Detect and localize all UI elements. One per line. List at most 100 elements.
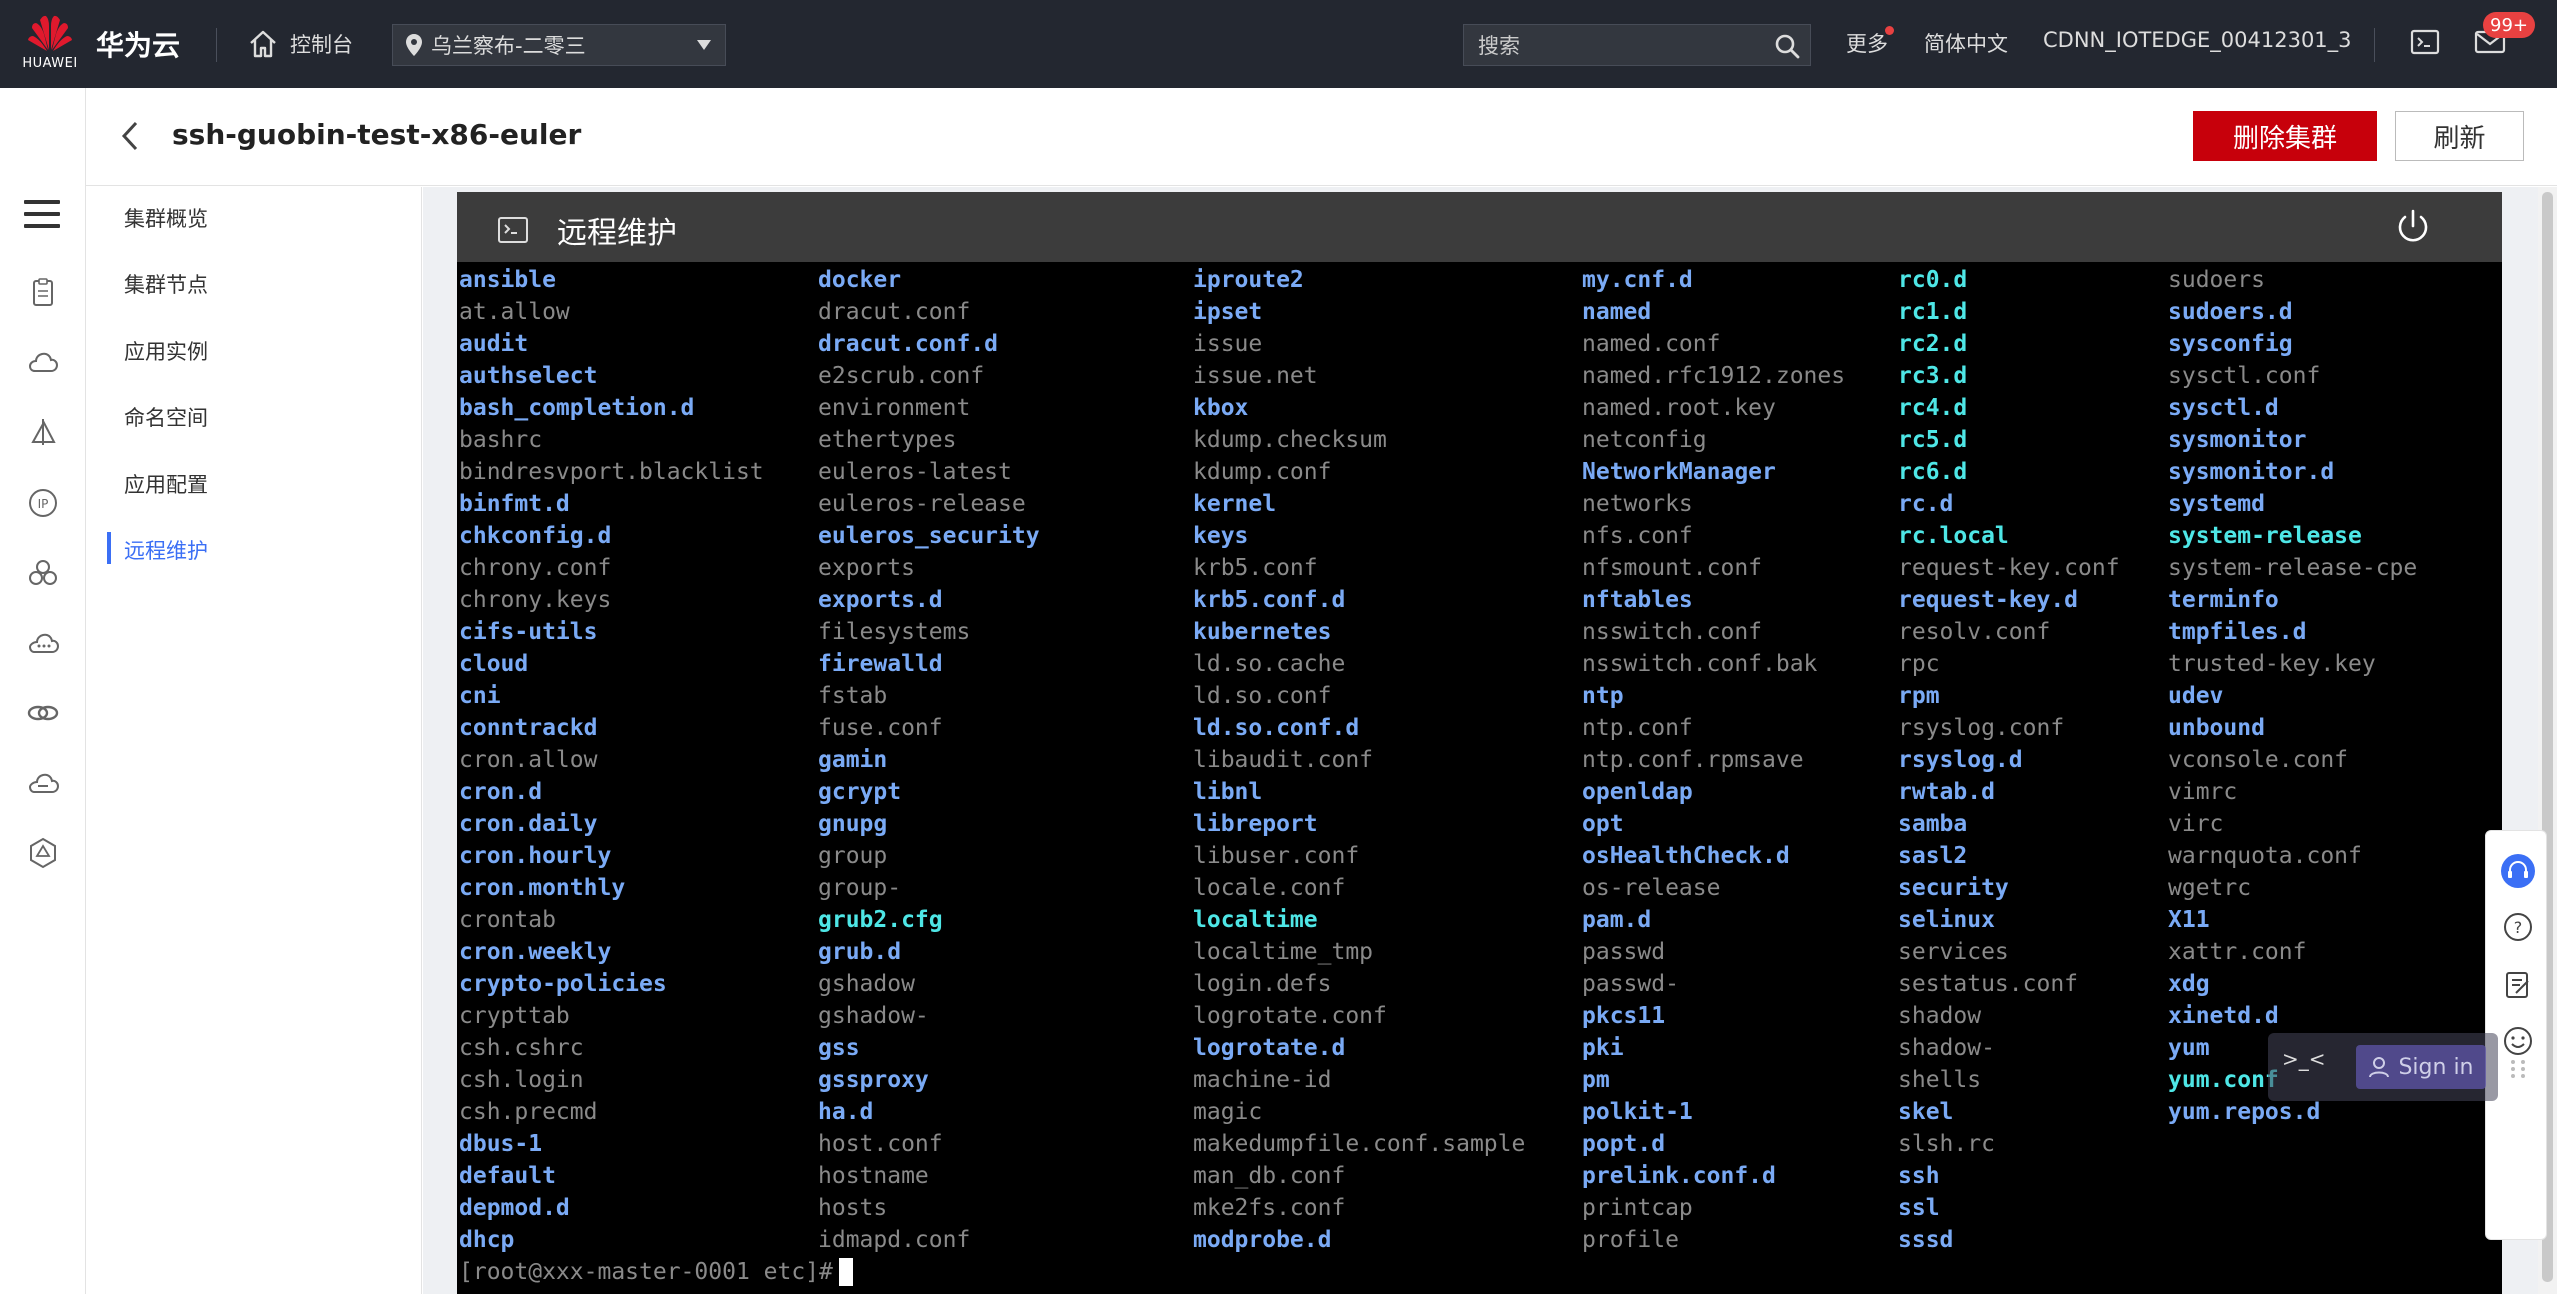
smile-icon[interactable] [2502, 1025, 2534, 1057]
huawei-logo[interactable]: HUAWEI [20, 14, 80, 76]
terminal-entry: systemd [2168, 491, 2265, 517]
headset-icon[interactable] [2500, 853, 2536, 889]
nav-item-cluster-overview[interactable]: 集群概览 [124, 203, 208, 233]
terminal-entry: system-release [2168, 523, 2362, 549]
sign-in-button[interactable]: Sign in [2356, 1045, 2486, 1089]
more-menu[interactable]: 更多 [1846, 28, 1888, 58]
terminal-entry: osHealthCheck.d [1582, 843, 1790, 869]
listing-column: docker dracut.conf dracut.conf.d e2scrub.co… [818, 264, 1040, 1256]
nav-item-remote-maintenance[interactable]: 远程维护 [124, 535, 208, 565]
active-nav-indicator [107, 532, 111, 564]
terminal-entry: logrotate.conf [1193, 1003, 1387, 1029]
terminal-entry: cron.hourly [459, 843, 612, 869]
terminal-entry: cron.d [459, 779, 543, 805]
terminal-entry: slsh.rc [1898, 1131, 1995, 1157]
terminal-entry: named.conf [1582, 331, 1721, 357]
search-icon[interactable] [1774, 33, 1800, 59]
terminal-entry: fuse.conf [818, 715, 943, 741]
account-name[interactable]: CDNN_IOTEDGE_00412301_3 [2043, 28, 2352, 52]
terminal-entry: cifs-utils [459, 619, 598, 645]
clipboard-icon[interactable] [26, 276, 60, 310]
terminal-entry: ssl [1898, 1195, 1940, 1221]
nav-item-namespaces[interactable]: 命名空间 [124, 402, 208, 432]
terminal-entry: samba [1898, 811, 1968, 837]
terminal-entry: my.cnf.d [1582, 267, 1693, 293]
terminal-entry: pm [1582, 1067, 1610, 1093]
terminal-entry: sssd [1898, 1227, 1954, 1253]
terminal-entry: gshadow [818, 971, 915, 997]
cloud-icon[interactable] [26, 346, 60, 380]
terminal-entry: trusted-key.key [2168, 651, 2376, 677]
terminal-entry: firewalld [818, 651, 943, 677]
menu-icon[interactable] [24, 200, 60, 230]
search-input[interactable]: 搜索 [1463, 24, 1811, 66]
terminal-entry: ansible [459, 267, 556, 293]
terminal-entry: cron.allow [459, 747, 598, 773]
terminal-entry: sestatus.conf [1898, 971, 2079, 997]
terminal-entry: named [1582, 299, 1652, 325]
terminal-entry: localtime_tmp [1193, 939, 1374, 965]
terminal-entry: localtime [1193, 907, 1318, 933]
nav-item-app-instances[interactable]: 应用实例 [124, 336, 208, 366]
region-selector[interactable]: 乌兰察布-二零三 [392, 24, 726, 66]
terminal-entry: rc.d [1898, 491, 1954, 517]
terminal-entry: rpm [1898, 683, 1940, 709]
terminal-icon[interactable] [2410, 28, 2440, 56]
help-icon[interactable]: ? [2502, 911, 2534, 943]
shell-prompt[interactable]: [root@xxx-master-0001 etc]# [459, 1256, 853, 1288]
terminal-entry: gnupg [818, 811, 888, 837]
prompt-text: [root@xxx-master-0001 etc]# [459, 1259, 833, 1285]
sail-icon[interactable] [26, 416, 60, 450]
terminal-entry: gcrypt [818, 779, 902, 805]
cluster-icon[interactable] [26, 556, 60, 590]
language-selector[interactable]: 简体中文 [1924, 28, 2008, 58]
terminal-header: 远程维护 [457, 192, 2502, 262]
terminal-entry: issue.net [1193, 363, 1318, 389]
terminal-entry: rc0.d [1898, 267, 1968, 293]
terminal-entry: grub2.cfg [818, 907, 943, 933]
terminal-entry: audit [459, 331, 529, 357]
feedback-icon[interactable] [2502, 969, 2534, 1001]
terminal-entry: ld.so.cache [1193, 651, 1346, 677]
terminal-entry: unbound [2168, 715, 2265, 741]
terminal-entry: pki [1582, 1035, 1624, 1061]
terminal-console[interactable]: ansible at.allow audit authselect bash_compl… [457, 262, 2502, 1294]
terminal-entry: csh.login [459, 1067, 584, 1093]
terminal-entry: logrotate.d [1193, 1035, 1346, 1061]
hexagon-icon[interactable] [26, 836, 60, 870]
delete-cluster-button[interactable]: 删除集群 [2193, 111, 2377, 161]
back-arrow-icon[interactable] [118, 118, 144, 154]
terminal-entry: cron.daily [459, 811, 598, 837]
terminal-entry: crypttab [459, 1003, 570, 1029]
terminal-entry: kbox [1193, 395, 1249, 421]
terminal-entry: dracut.conf [818, 299, 971, 325]
user-icon [2369, 1057, 2390, 1078]
sign-in-label: Sign in [2398, 1054, 2474, 1080]
refresh-button[interactable]: 刷新 [2395, 111, 2524, 161]
nav-item-app-config[interactable]: 应用配置 [124, 469, 208, 499]
terminal-entry: fstab [818, 683, 888, 709]
power-icon[interactable] [2395, 208, 2431, 246]
terminal-entry: ha.d [818, 1099, 874, 1125]
terminal-entry: gssproxy [818, 1067, 929, 1093]
terminal-entry: nftables [1582, 587, 1693, 613]
ip-icon[interactable]: IP [26, 486, 60, 520]
terminal-entry: hosts [818, 1195, 888, 1221]
drag-handle-icon[interactable] [2508, 1057, 2528, 1081]
terminal-title: 远程维护 [557, 216, 677, 251]
terminal-entry: wgetrc [2168, 875, 2252, 901]
cloud-more-icon[interactable] [26, 766, 60, 800]
product-name[interactable]: 华为云 [96, 24, 180, 64]
terminal-entry: sysmonitor [2168, 427, 2307, 453]
terminal-entry: pkcs11 [1582, 1003, 1666, 1029]
huawei-petal-icon [28, 15, 72, 51]
link-icon[interactable] [26, 696, 60, 730]
terminal-entry: at.allow [459, 299, 570, 325]
cloud-service-icon[interactable] [26, 626, 60, 660]
terminal-entry: system-release-cpe [2168, 555, 2418, 581]
terminal-entry: nfsmount.conf [1582, 555, 1763, 581]
console-link[interactable]: 控制台 [248, 26, 353, 62]
nav-item-cluster-nodes[interactable]: 集群节点 [124, 269, 208, 299]
terminal-entry: popt.d [1582, 1131, 1666, 1157]
terminal-entry: ntp.conf [1582, 715, 1693, 741]
